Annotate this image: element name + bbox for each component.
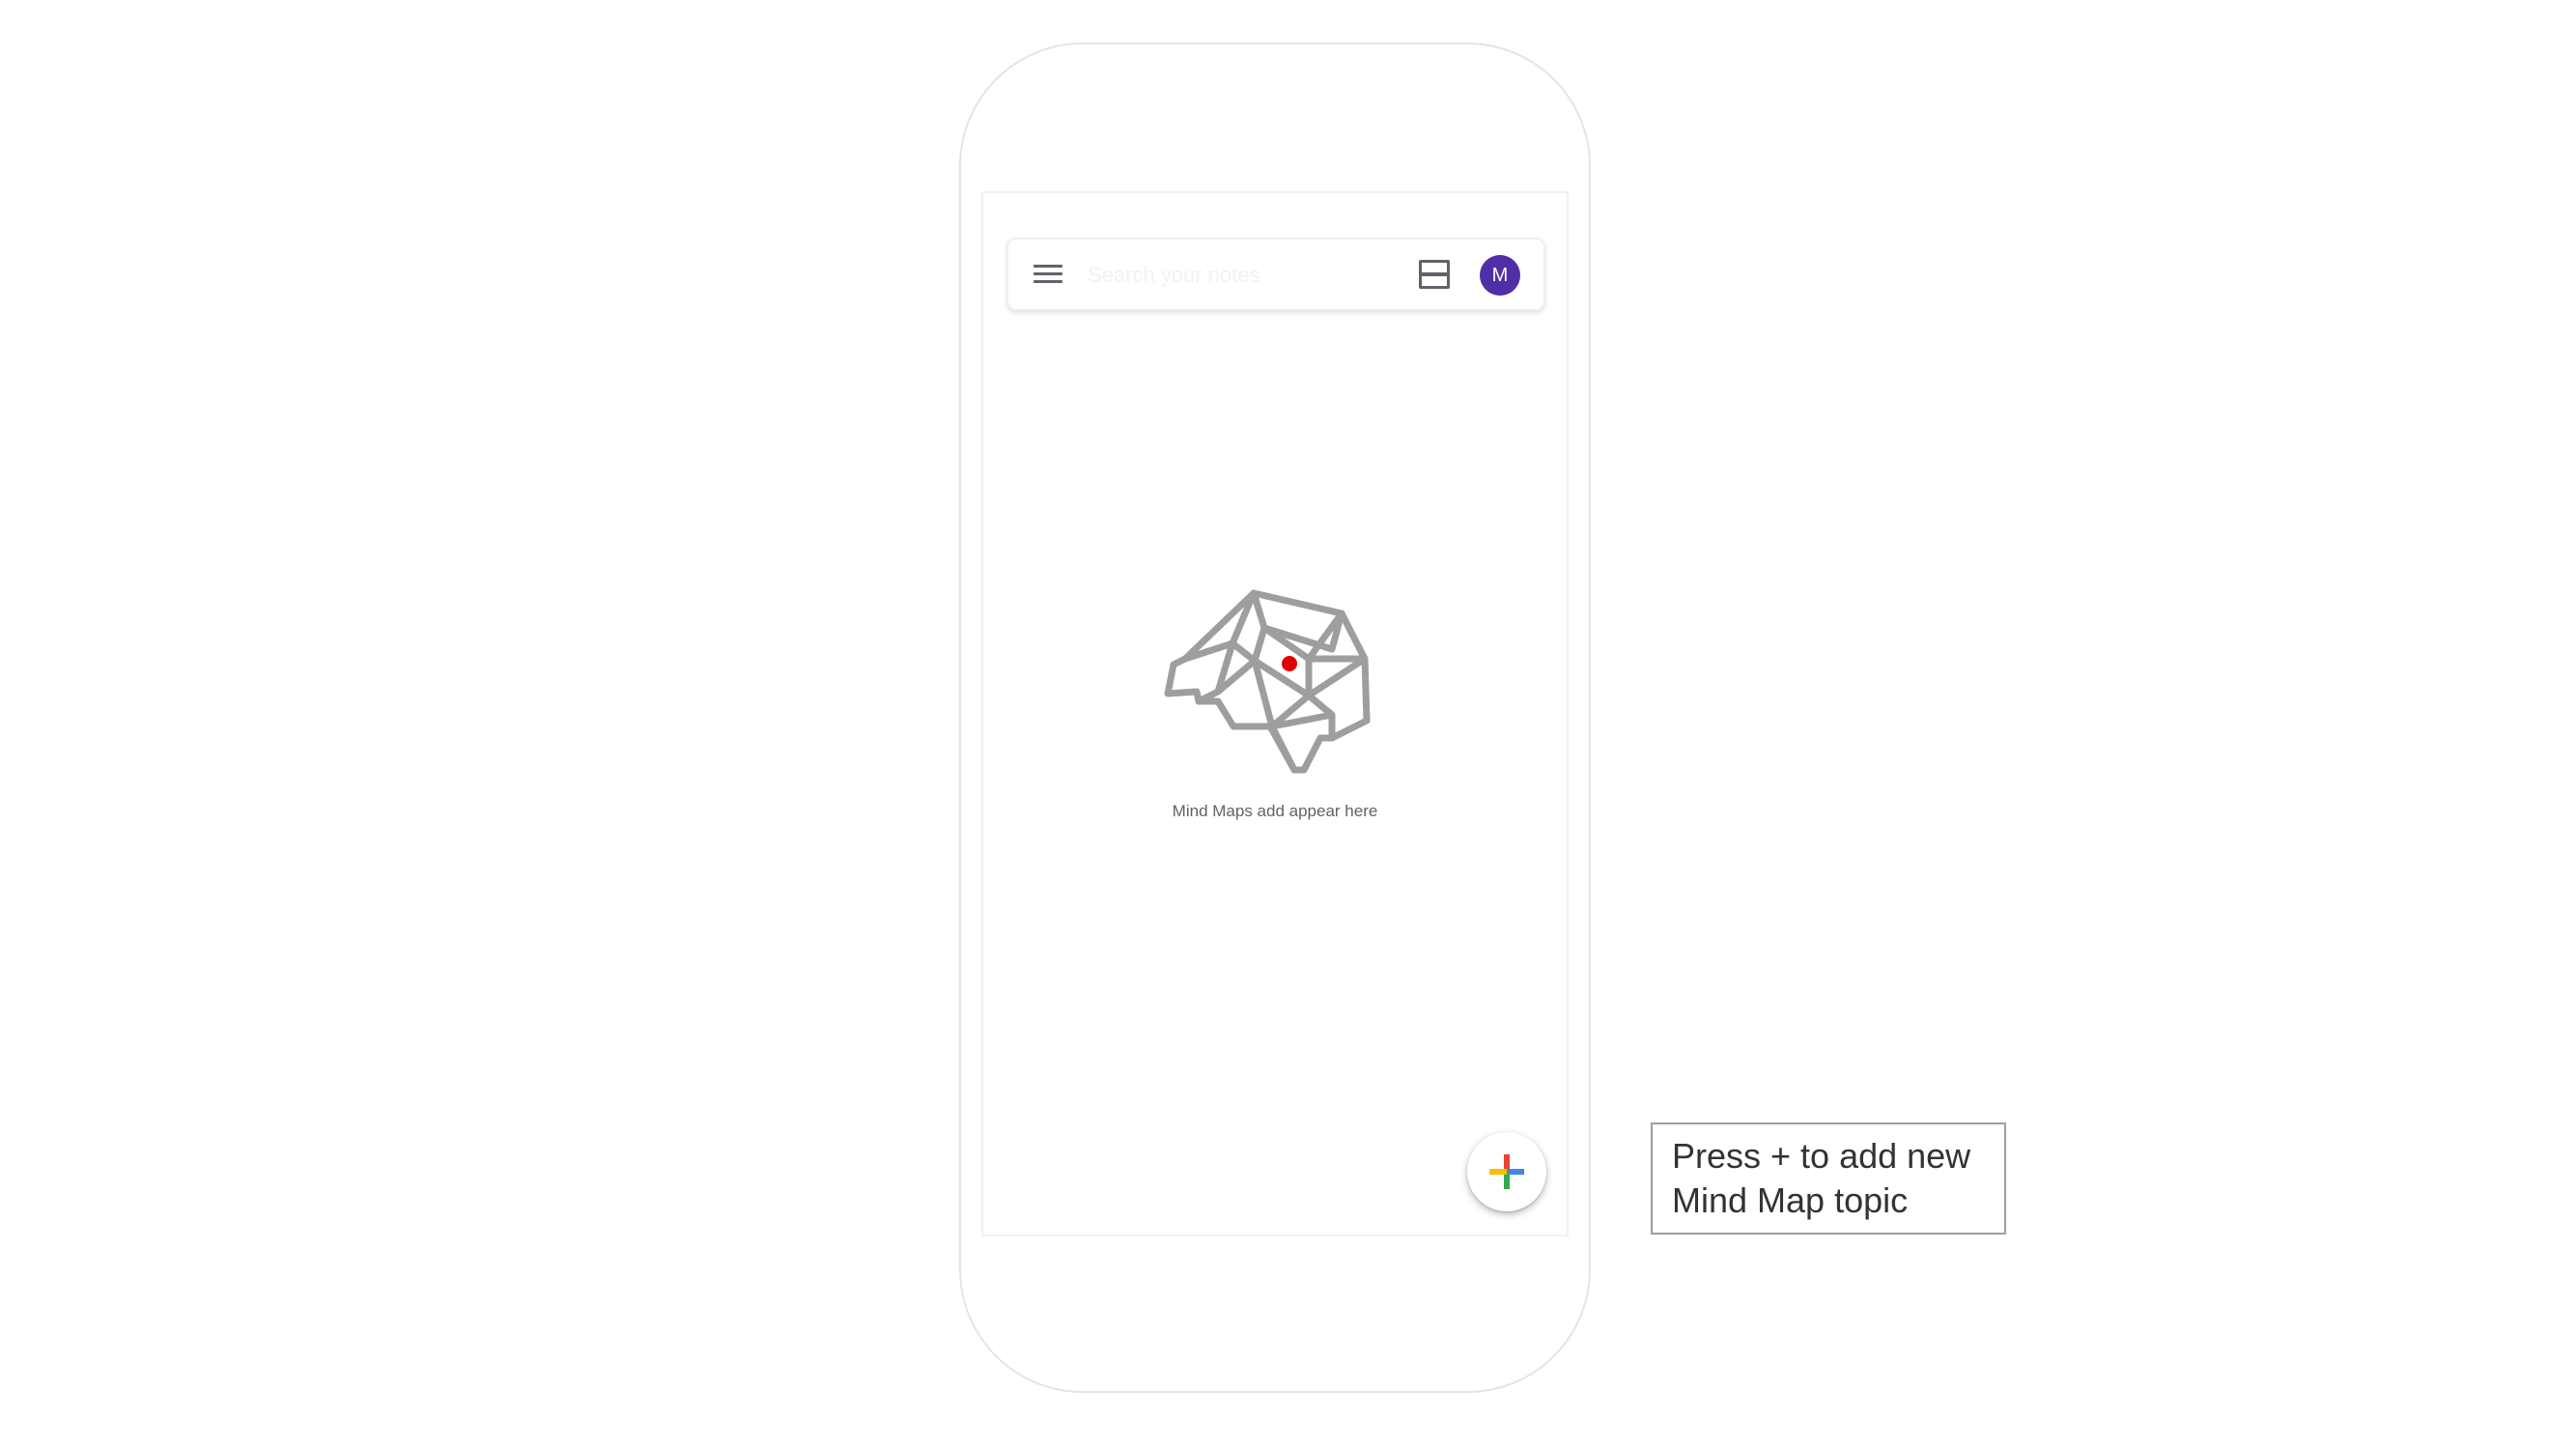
list-view-icon[interactable] bbox=[1418, 259, 1450, 290]
search-input[interactable] bbox=[1086, 255, 1379, 296]
hint-line-1: Press + to add new bbox=[1672, 1136, 1971, 1176]
search-bar: M bbox=[1006, 238, 1545, 311]
plus-icon bbox=[1489, 1154, 1524, 1189]
stage: M Mind Maps add appear here bbox=[0, 0, 2576, 1449]
hint-callout: Press + to add new Mind Map topic bbox=[1651, 1122, 2006, 1235]
empty-state-message: Mind Maps add appear here bbox=[1172, 802, 1378, 820]
hint-line-2: Mind Map topic bbox=[1672, 1180, 1909, 1220]
avatar[interactable]: M bbox=[1480, 255, 1520, 296]
hamburger-menu-icon[interactable] bbox=[1033, 263, 1062, 286]
brain-icon bbox=[1164, 589, 1371, 774]
add-mind-map-button[interactable] bbox=[1467, 1132, 1546, 1211]
